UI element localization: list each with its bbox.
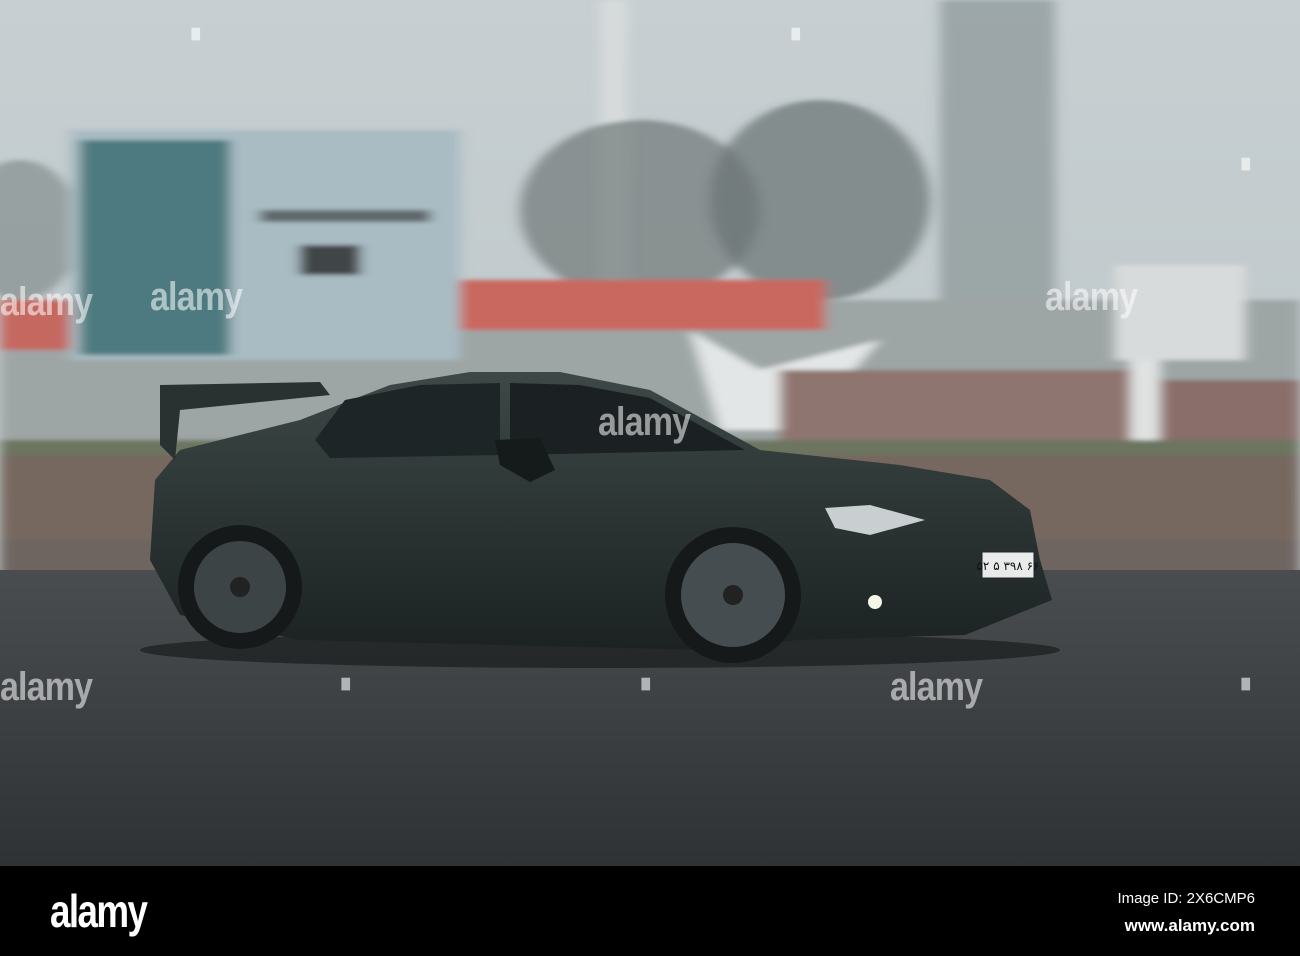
watermark-mark: ▘ — [1242, 680, 1258, 702]
photo: ۵۲ ۵ ۳۹۸ ۶۶ alamy alamy alamy alamy alam… — [0, 0, 1300, 866]
website-link[interactable]: www.alamy.com — [1125, 916, 1255, 936]
watermark-mark: ▘ — [792, 30, 808, 52]
watermark-mark: ▘ — [1242, 160, 1258, 182]
watermark: alamy — [0, 280, 93, 324]
footer-bar: alamy Image ID: 2X6CMP6 www.alamy.com — [0, 866, 1300, 956]
watermark: alamy — [1045, 275, 1138, 319]
image-id: Image ID: 2X6CMP6 — [1117, 890, 1255, 907]
alamy-logo: alamy — [50, 885, 148, 937]
watermark-mark: ▘ — [192, 30, 208, 52]
watermark: alamy — [150, 275, 243, 319]
watermark-mark: ▘ — [642, 680, 658, 702]
watermark: alamy — [890, 665, 983, 709]
license-plate-text: ۵۲ ۵ ۳۹۸ ۶۶ — [976, 559, 1039, 573]
watermark-mark: ▘ — [342, 680, 358, 702]
watermark: alamy — [0, 665, 93, 709]
watermark: alamy — [598, 400, 691, 444]
